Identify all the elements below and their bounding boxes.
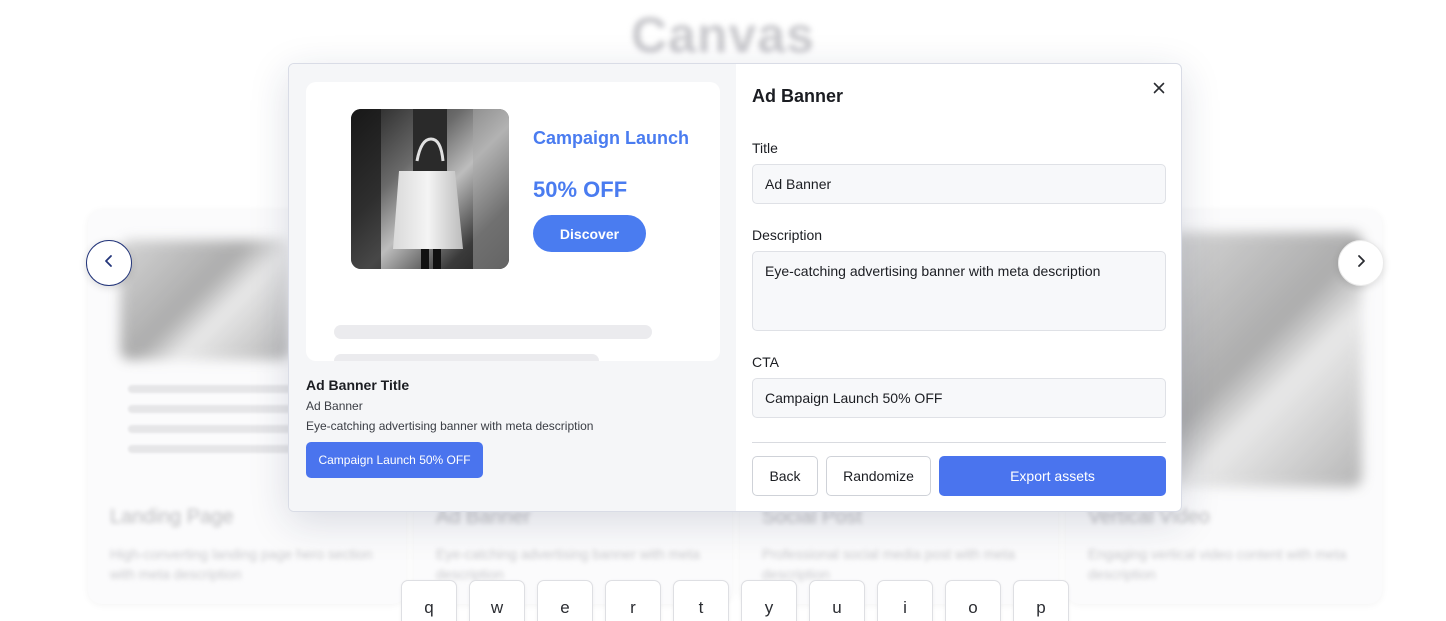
- carousel-prev-button[interactable]: [86, 240, 132, 286]
- close-icon: [1153, 81, 1165, 99]
- key-y[interactable]: y: [741, 580, 797, 621]
- canvas-title: Canvas: [631, 7, 815, 63]
- chevron-left-icon: [102, 254, 116, 273]
- description-textarea[interactable]: Eye-catching advertising banner with met…: [752, 251, 1166, 331]
- banner-preview: Campaign Launch 50% OFF Discover: [306, 82, 720, 361]
- export-assets-button[interactable]: Export assets: [939, 456, 1166, 496]
- card-description: High-converting landing page hero sectio…: [110, 546, 373, 582]
- card-title: Landing Page: [110, 506, 234, 528]
- carousel-next-button[interactable]: [1338, 240, 1384, 286]
- divider: [752, 442, 1166, 443]
- info-cta-button[interactable]: Campaign Launch 50% OFF: [306, 442, 483, 478]
- info-subtitle: Ad Banner: [306, 399, 363, 413]
- key-p[interactable]: p: [1013, 580, 1069, 621]
- key-o[interactable]: o: [945, 580, 1001, 621]
- key-u[interactable]: u: [809, 580, 865, 621]
- description-label: Description: [752, 227, 823, 243]
- back-button[interactable]: Back: [752, 456, 818, 496]
- randomize-button[interactable]: Randomize: [826, 456, 931, 496]
- banner-offer: 50% OFF: [533, 177, 628, 202]
- key-q[interactable]: q: [401, 580, 457, 621]
- banner-image: [351, 109, 509, 269]
- title-input[interactable]: [752, 164, 1166, 204]
- key-e[interactable]: e: [537, 580, 593, 621]
- key-r[interactable]: r: [605, 580, 661, 621]
- banner-headline: Campaign Launch: [533, 128, 690, 148]
- chevron-right-icon: [1354, 254, 1368, 273]
- cta-input[interactable]: [752, 378, 1166, 418]
- card-description: Engaging vertical video content with met…: [1088, 546, 1347, 582]
- key-t[interactable]: t: [673, 580, 729, 621]
- key-i[interactable]: i: [877, 580, 933, 621]
- card-thumbnail: [120, 240, 290, 360]
- edit-panel: Ad Banner Title Description Eye-catching…: [736, 64, 1181, 511]
- banner-discover-button[interactable]: Discover: [533, 215, 646, 252]
- card-description: Eye-catching advertising banner with met…: [436, 546, 700, 582]
- title-label: Title: [752, 140, 778, 156]
- info-title: Ad Banner Title: [306, 377, 410, 393]
- ad-banner-modal: Campaign Launch 50% OFF Discover Ad Bann…: [288, 63, 1182, 512]
- info-description: Eye-catching advertising banner with met…: [306, 419, 594, 433]
- close-button[interactable]: [1149, 80, 1169, 100]
- panel-title: Ad Banner: [752, 86, 844, 106]
- cta-label: CTA: [752, 354, 779, 370]
- preview-panel: Campaign Launch 50% OFF Discover Ad Bann…: [289, 64, 736, 511]
- skeleton-line: [334, 325, 652, 339]
- card-description: Professional social media post with meta…: [762, 546, 1015, 582]
- card-thumbnail: [1172, 232, 1362, 487]
- skeleton-line: [334, 354, 599, 361]
- key-w[interactable]: w: [469, 580, 525, 621]
